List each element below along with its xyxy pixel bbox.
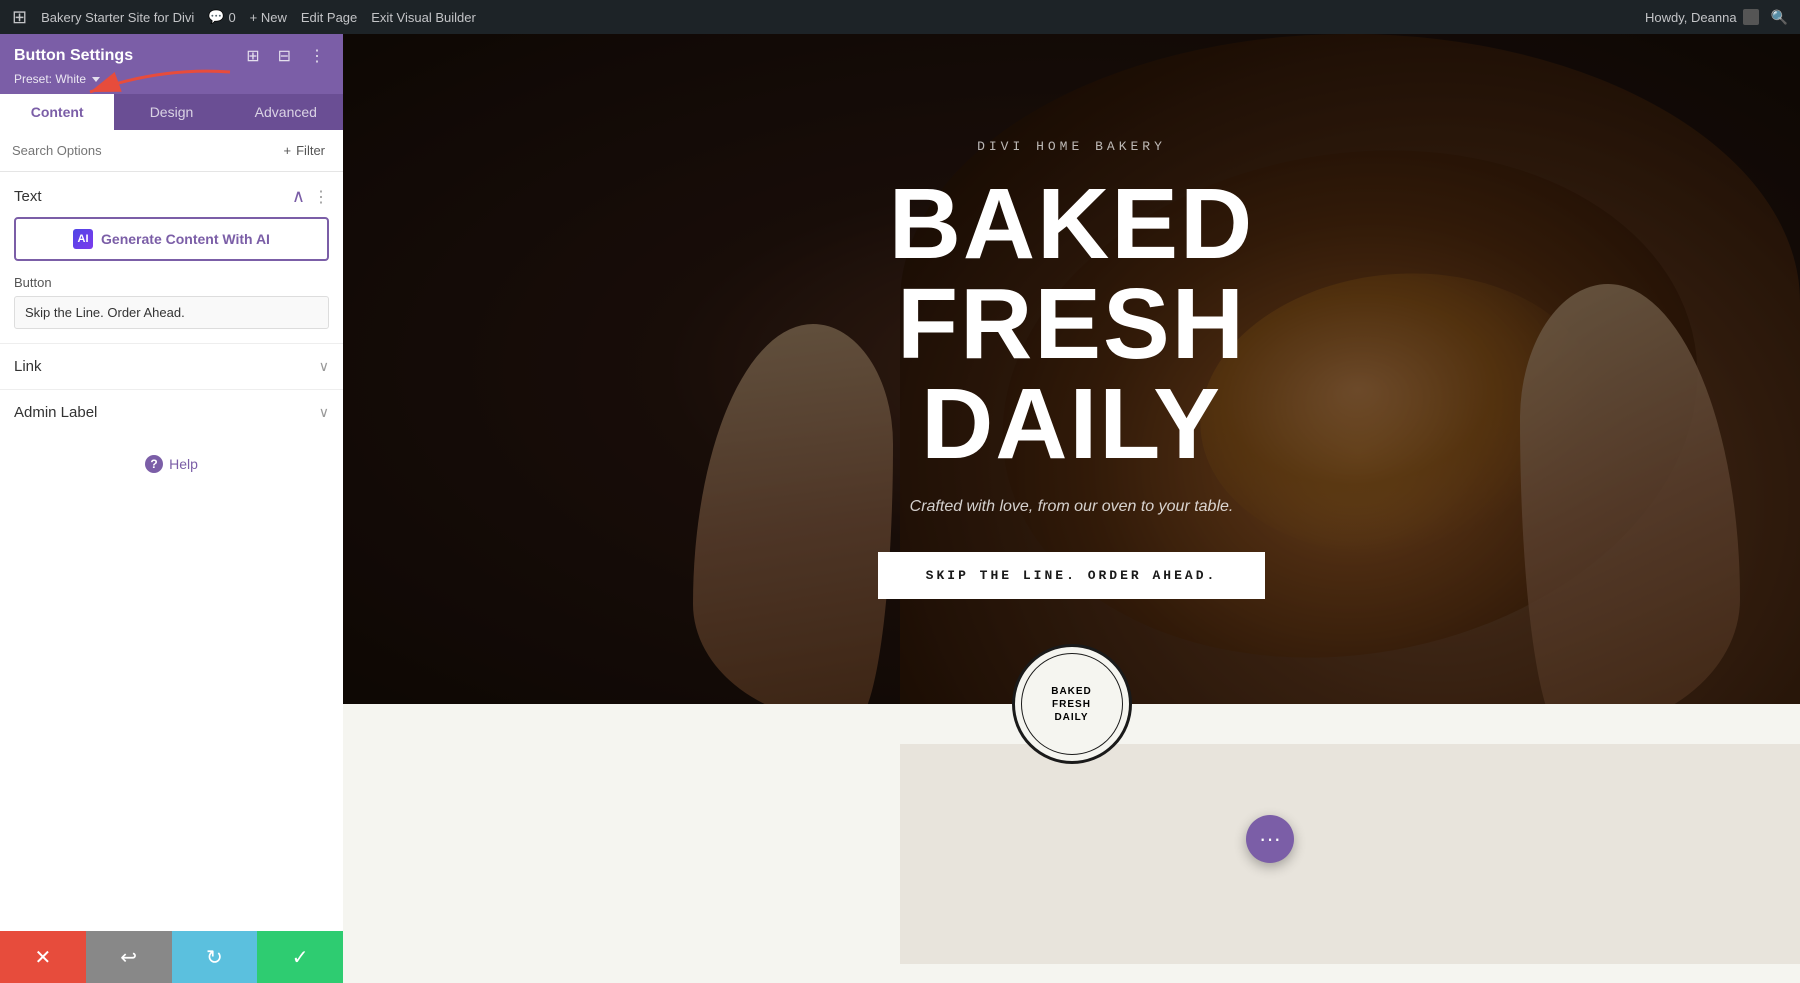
- link-chevron-icon: ∨: [319, 358, 329, 375]
- button-field-label: Button: [14, 275, 329, 290]
- stamp-seal: BAKED FRESH DAILY: [1012, 644, 1132, 764]
- comment-bubble[interactable]: 💬 0: [208, 9, 235, 25]
- save-icon: ✓: [292, 945, 309, 970]
- filter-label: Filter: [296, 143, 325, 158]
- link-section-title: Link: [14, 358, 42, 375]
- save-button[interactable]: ✓: [257, 931, 343, 983]
- hero-title: BAKED FRESH DAILY: [712, 174, 1432, 474]
- stamp-line3: DAILY: [1051, 711, 1092, 724]
- new-link[interactable]: + New: [250, 10, 287, 25]
- help-label: Help: [169, 456, 198, 472]
- preset-dropdown-arrow: [92, 77, 100, 82]
- filter-button[interactable]: + Filter: [278, 140, 331, 161]
- link-section-header[interactable]: Link ∨: [0, 344, 343, 389]
- button-text-input[interactable]: [14, 296, 329, 329]
- admin-label-title: Admin Label: [14, 404, 97, 421]
- bottom-bar: ✕ ↩ ↻ ✓: [0, 931, 343, 983]
- admin-label-section: Admin Label ∨: [0, 389, 343, 435]
- panel-title: Button Settings: [14, 47, 133, 65]
- help-section[interactable]: ? Help: [0, 435, 343, 493]
- undo-icon: ↩: [120, 945, 137, 970]
- content-card: [900, 744, 1800, 964]
- link-section: Link ∨: [0, 343, 343, 389]
- main-layout: Button Settings ⊞ ⊟ ⋮ Preset: White: [0, 34, 1800, 983]
- howdy-text: Howdy, Deanna: [1645, 9, 1759, 25]
- text-section-header: Text ∧ ⋮: [0, 172, 343, 217]
- filter-plus-icon: +: [284, 143, 292, 158]
- hero-subtitle: DIVI HOME BAKERY: [712, 139, 1432, 154]
- tab-content[interactable]: Content: [0, 94, 114, 130]
- text-section-title: Text: [14, 188, 42, 205]
- wp-logo-icon[interactable]: ⊞: [12, 7, 27, 28]
- panel-header: Button Settings ⊞ ⊟ ⋮ Preset: White: [0, 34, 343, 94]
- hero-title-line1: BAKED FRESH: [712, 174, 1432, 374]
- comment-count: 0: [228, 10, 235, 25]
- search-icon[interactable]: 🔍: [1771, 9, 1788, 26]
- search-bar: + Filter: [0, 130, 343, 172]
- hero-content: DIVI HOME BAKERY BAKED FRESH DAILY Craft…: [672, 139, 1472, 599]
- exit-builder-link[interactable]: Exit Visual Builder: [371, 10, 476, 25]
- undo-button[interactable]: ↩: [86, 931, 172, 983]
- ai-icon: AI: [73, 229, 93, 249]
- admin-bar-right: Howdy, Deanna 🔍: [1645, 9, 1788, 26]
- section-collapse-btn[interactable]: ∧: [292, 186, 305, 207]
- hero-section: DIVI HOME BAKERY BAKED FRESH DAILY Craft…: [343, 34, 1800, 704]
- edit-page-link[interactable]: Edit Page: [301, 10, 357, 25]
- stamp-text: BAKED FRESH DAILY: [1051, 685, 1092, 724]
- left-panel: Button Settings ⊞ ⊟ ⋮ Preset: White: [0, 34, 343, 983]
- help-icon: ?: [145, 455, 163, 473]
- site-name-link[interactable]: Bakery Starter Site for Divi: [41, 10, 194, 25]
- panel-header-icons: ⊞ ⊟ ⋮: [242, 44, 329, 68]
- admin-label-chevron-icon: ∨: [319, 404, 329, 421]
- duplicate-icon-btn[interactable]: ⊞: [242, 44, 263, 68]
- more-icon-btn[interactable]: ⋮: [305, 44, 329, 68]
- admin-label-header[interactable]: Admin Label ∨: [0, 390, 343, 435]
- section-controls: ∧ ⋮: [292, 186, 329, 207]
- comment-icon: 💬: [208, 9, 224, 25]
- button-field-section: Button: [0, 275, 343, 343]
- panel-preset[interactable]: Preset: White: [14, 72, 329, 86]
- search-input[interactable]: [12, 143, 270, 158]
- stamp-line2: FRESH: [1051, 698, 1092, 711]
- hero-cta-button[interactable]: SKIP THE LINE. ORDER AHEAD.: [878, 552, 1266, 599]
- redo-icon: ↻: [206, 945, 223, 970]
- user-avatar: [1743, 9, 1759, 25]
- ai-generate-button[interactable]: AI Generate Content With AI: [14, 217, 329, 261]
- wp-admin-bar: ⊞ Bakery Starter Site for Divi 💬 0 + New…: [0, 0, 1800, 34]
- section-menu-btn[interactable]: ⋮: [313, 187, 329, 207]
- fab-icon: ···: [1259, 826, 1281, 852]
- redo-button[interactable]: ↻: [172, 931, 258, 983]
- preset-label: Preset: White: [14, 72, 86, 86]
- panel-tabs: Content Design Advanced: [0, 94, 343, 130]
- hero-description: Crafted with love, from our oven to your…: [712, 498, 1432, 516]
- below-hero-section: BAKED FRESH DAILY: [343, 704, 1800, 983]
- close-icon: ✕: [34, 945, 51, 970]
- purple-fab-button[interactable]: ···: [1246, 815, 1294, 863]
- tab-advanced[interactable]: Advanced: [229, 94, 343, 130]
- ai-button-wrapper: AI Generate Content With AI: [0, 217, 343, 275]
- stamp-line1: BAKED: [1051, 685, 1092, 698]
- tab-design[interactable]: Design: [114, 94, 228, 130]
- ai-generate-label: Generate Content With AI: [101, 231, 270, 247]
- admin-bar-left: ⊞ Bakery Starter Site for Divi 💬 0 + New…: [12, 7, 476, 28]
- right-content: DIVI HOME BAKERY BAKED FRESH DAILY Craft…: [343, 34, 1800, 983]
- close-button[interactable]: ✕: [0, 931, 86, 983]
- layout-icon-btn[interactable]: ⊟: [274, 44, 295, 68]
- panel-title-row: Button Settings ⊞ ⊟ ⋮: [14, 44, 329, 68]
- hero-title-line2: DAILY: [712, 374, 1432, 474]
- panel-content: Text ∧ ⋮ AI Generate Content With AI But…: [0, 172, 343, 931]
